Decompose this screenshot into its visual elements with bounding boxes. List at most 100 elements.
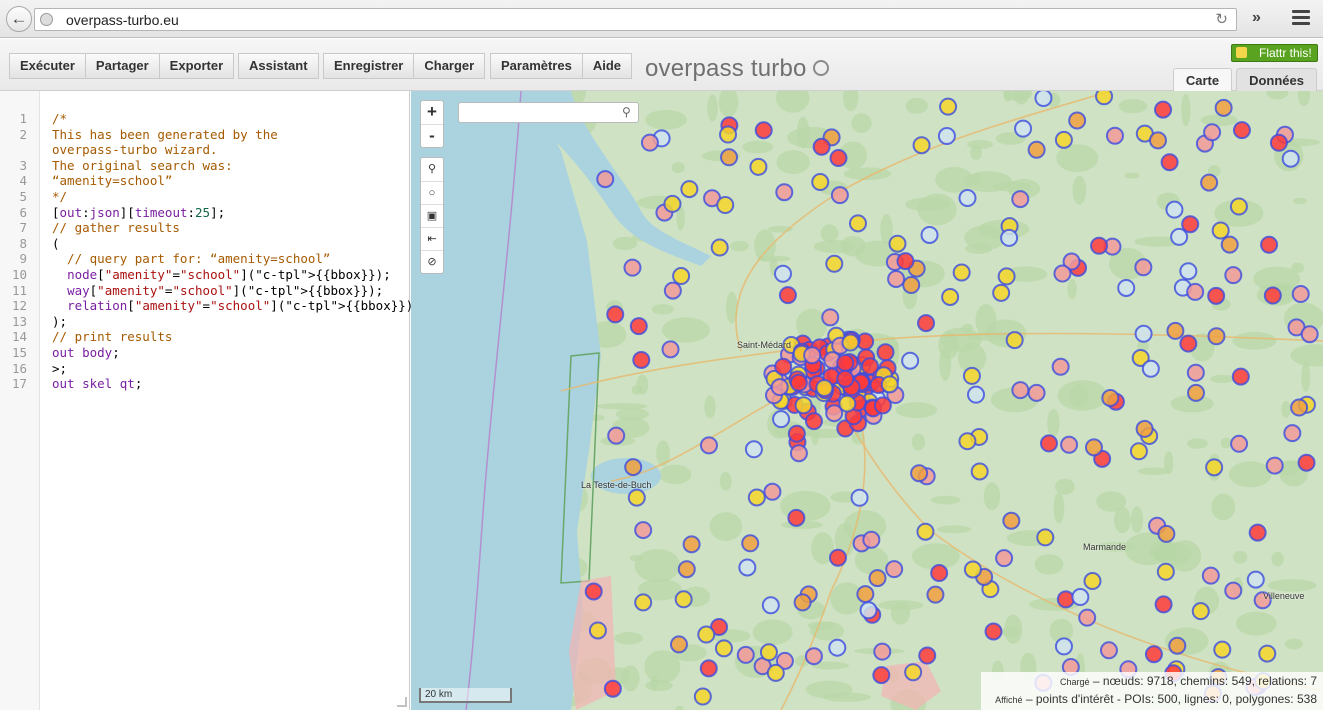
school-marker (741, 534, 760, 553)
zoom-in-button[interactable]: + (421, 101, 443, 124)
line-number: 13 (11, 313, 27, 329)
chevron-overflow-icon[interactable]: » (1252, 9, 1261, 27)
map-canvas[interactable] (411, 91, 1323, 710)
locate-icon[interactable]: ○ (421, 181, 443, 204)
code-line[interactable]: 10 node["amenity"="school"]("c-tpl">{{bb… (0, 267, 410, 283)
hamburger-menu-icon[interactable] (1292, 10, 1310, 26)
export-button[interactable]: Exporter (159, 53, 235, 79)
school-marker (803, 346, 822, 365)
forest-patch (1271, 551, 1284, 567)
back-arrow-icon[interactable]: ← (6, 6, 32, 32)
school-marker (719, 125, 738, 144)
school-marker (1144, 645, 1163, 664)
search-icon[interactable]: ⚲ (622, 105, 631, 119)
map-search-input[interactable] (458, 102, 639, 123)
code-line[interactable]: 1 /* (0, 111, 410, 127)
school-marker (967, 385, 986, 404)
map-view[interactable]: Saint-Médard La Teste-de-Buch Marmande V… (411, 91, 1323, 710)
school-marker (1186, 363, 1205, 382)
forest-patch (659, 464, 692, 485)
no-data-icon[interactable]: ⊘ (421, 250, 443, 273)
school-marker (937, 127, 956, 146)
image-icon[interactable]: ▣ (421, 204, 443, 227)
run-button[interactable]: Exécuter (9, 53, 86, 79)
school-marker (1248, 523, 1267, 542)
school-marker (958, 432, 977, 451)
code-line[interactable]: 9 // query part for: “amenity=school” (0, 251, 410, 267)
code-line[interactable]: 5 */ (0, 189, 410, 205)
zoom-out-button[interactable]: - (421, 124, 443, 147)
school-marker (859, 601, 878, 620)
resize-handle[interactable] (397, 697, 407, 707)
school-marker (856, 585, 875, 604)
school-marker (627, 488, 646, 507)
share-button[interactable]: Partager (85, 53, 160, 79)
school-marker (793, 593, 812, 612)
tab-map[interactable]: Carte (1172, 68, 1233, 91)
help-button[interactable]: Aide (582, 53, 632, 79)
save-button[interactable]: Enregistrer (323, 53, 415, 79)
school-marker (1134, 324, 1153, 343)
school-marker (1186, 282, 1205, 301)
loaded-label: Chargé (1059, 677, 1090, 687)
code-lines[interactable]: 1 /* 2 This has been generated by the overpa… (0, 111, 421, 392)
school-marker (1224, 266, 1243, 285)
forest-patch (634, 549, 681, 583)
code-text: // query part for: “amenity=school” (52, 251, 331, 267)
code-line[interactable]: 11 way["amenity"="school"]("c-tpl">{{bbo… (0, 283, 410, 299)
code-line[interactable]: 12 relation["amenity"="school"]("c-tpl">… (0, 298, 421, 314)
code-text: way["amenity"="school"]("c-tpl">{{bbox}}… (67, 282, 384, 298)
reload-icon[interactable]: ↻ (1215, 10, 1228, 28)
forest-patch (656, 440, 670, 467)
school-marker (880, 375, 899, 394)
school-marker (1283, 424, 1302, 443)
school-marker (736, 645, 755, 664)
forest-patch (917, 193, 957, 226)
forest-patch (975, 304, 997, 337)
forest-patch (704, 395, 716, 419)
code-line[interactable]: 13); (0, 314, 410, 330)
school-marker (1207, 327, 1226, 346)
map-tools: ⚲ ○ ▣ ⇤ ⊘ (420, 157, 444, 274)
school-marker (747, 488, 766, 507)
wizard-button[interactable]: Assistant (238, 53, 319, 79)
school-marker (1201, 566, 1220, 585)
school-marker (1207, 286, 1226, 305)
code-line[interactable]: 4 “amenity=school” (0, 173, 410, 189)
school-marker (910, 464, 929, 483)
flattr-button[interactable]: Flattr this! (1231, 44, 1318, 62)
fit-data-icon[interactable]: ⇤ (421, 227, 443, 250)
school-marker (1260, 235, 1279, 254)
address-bar[interactable]: overpass-turbo.eu ↻ (34, 8, 1237, 31)
code-line[interactable]: 8( (0, 236, 410, 252)
school-marker (904, 663, 923, 682)
forest-patch (1124, 172, 1140, 179)
code-line[interactable]: 15 out body; (0, 345, 410, 361)
school-marker (1269, 133, 1288, 152)
code-line[interactable]: 2 This has been generated by the (0, 127, 410, 143)
line-number: 15 (11, 344, 27, 360)
school-marker (952, 263, 971, 282)
forest-patch (820, 224, 839, 243)
school-marker (1117, 278, 1136, 297)
settings-button[interactable]: Paramètres (490, 53, 583, 79)
load-button[interactable]: Charger (414, 53, 486, 79)
magnifier-icon[interactable]: ⚲ (421, 158, 443, 181)
code-line[interactable]: 6 [out:json][timeout:25]; (0, 205, 410, 221)
code-line[interactable]: 17 out skel qt; (0, 376, 410, 392)
school-marker (917, 314, 936, 333)
query-editor[interactable]: 1 /* 2 This has been generated by the overpa… (0, 91, 421, 710)
tab-data[interactable]: Données (1236, 68, 1317, 91)
school-marker (1168, 636, 1187, 655)
url-text[interactable]: overpass-turbo.eu (66, 12, 179, 28)
school-marker (789, 373, 808, 392)
code-line[interactable]: overpass-turbo wizard. (0, 142, 410, 158)
code-line[interactable]: 3 The original search was: (0, 158, 410, 174)
code-line[interactable]: 7 // gather results (0, 220, 410, 236)
school-marker (1090, 236, 1109, 255)
code-line[interactable]: 14 // print results (0, 329, 410, 345)
flattr-label: Flattr this! (1259, 46, 1312, 60)
code-line[interactable]: 16 >; (0, 361, 410, 377)
school-marker (682, 535, 701, 554)
school-marker (995, 549, 1014, 568)
